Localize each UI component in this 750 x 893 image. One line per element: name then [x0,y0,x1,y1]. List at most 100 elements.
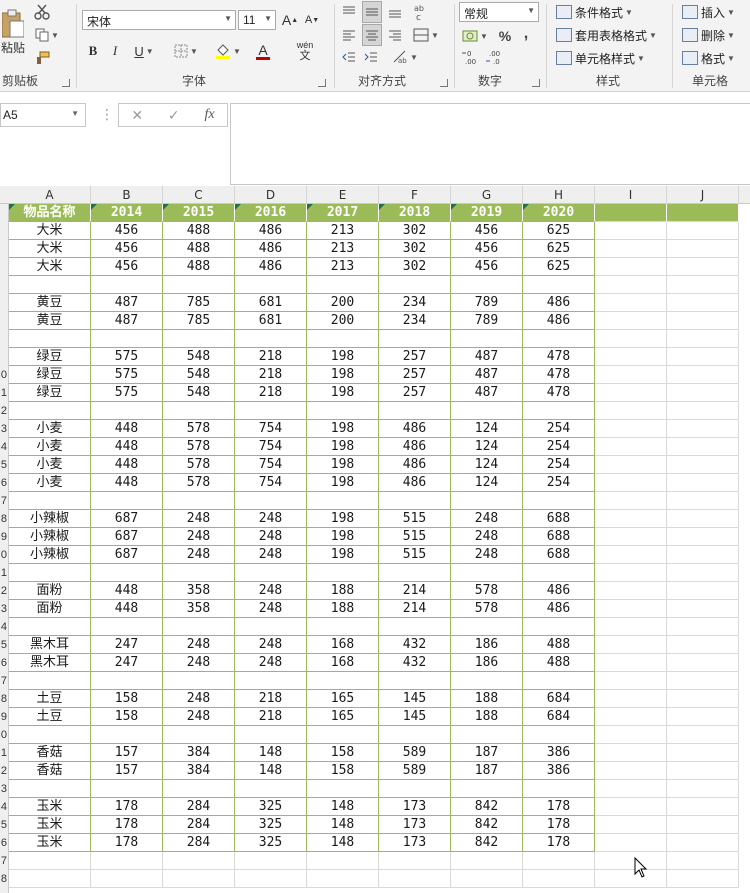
table-cell[interactable] [379,564,451,582]
table-cell[interactable] [595,564,667,582]
column-header-b[interactable]: B [91,186,163,204]
table-cell[interactable]: 188 [307,600,379,618]
table-cell[interactable]: 198 [307,528,379,546]
table-cell[interactable] [667,780,739,798]
table-cell[interactable]: 小辣椒 [9,528,91,546]
table-cell[interactable] [667,348,739,366]
table-cell[interactable] [667,852,739,870]
table-cell[interactable]: 448 [91,420,163,438]
column-header-g[interactable]: G [451,186,523,204]
cut-button[interactable] [32,3,52,21]
comma-button[interactable]: , [518,24,534,44]
table-cell[interactable]: 小麦 [9,420,91,438]
table-cell[interactable]: 小麦 [9,474,91,492]
table-cell[interactable]: 148 [307,816,379,834]
row-header[interactable]: 9 [1,528,7,546]
table-cell[interactable]: 157 [91,744,163,762]
table-cell[interactable] [163,672,235,690]
table-cell[interactable]: 178 [91,816,163,834]
table-cell[interactable]: 688 [523,510,595,528]
table-cell[interactable]: 124 [451,420,523,438]
table-cell[interactable] [667,672,739,690]
table-cell[interactable] [163,276,235,294]
table-cell[interactable] [667,492,739,510]
table-cell[interactable]: 302 [379,258,451,276]
table-cell[interactable]: 578 [163,474,235,492]
table-cell[interactable] [523,492,595,510]
row-header[interactable]: 7 [1,672,7,690]
table-cell[interactable]: 234 [379,312,451,330]
cell-styles-button[interactable]: 单元格样式 ▼ [556,48,645,68]
table-cell[interactable] [379,852,451,870]
table-cell[interactable] [235,852,307,870]
increase-decimal-button[interactable]: 0.00 [460,48,482,66]
table-cell[interactable]: 487 [451,366,523,384]
table-cell[interactable] [235,870,307,888]
table-cell[interactable]: 248 [163,708,235,726]
grow-font-button[interactable]: A ▲ [281,10,299,30]
table-cell[interactable] [595,384,667,402]
table-cell[interactable]: 625 [523,222,595,240]
table-cell[interactable]: 158 [91,708,163,726]
table-cell[interactable] [379,492,451,510]
table-cell[interactable]: 124 [451,474,523,492]
table-cell[interactable]: 302 [379,240,451,258]
table-cell[interactable] [595,726,667,744]
header-cell[interactable]: 2016 [235,204,307,222]
row-header[interactable]: 4 [1,438,7,456]
table-cell[interactable] [163,492,235,510]
table-cell[interactable] [451,492,523,510]
table-cell[interactable]: 188 [451,690,523,708]
table-cell[interactable] [667,258,739,276]
table-cell[interactable]: 玉米 [9,798,91,816]
table-cell[interactable]: 478 [523,384,595,402]
table-cell[interactable] [451,726,523,744]
row-header[interactable]: 5 [1,456,7,474]
border-button[interactable]: ▼ [170,41,202,61]
table-cell[interactable]: 785 [163,312,235,330]
insert-button[interactable]: 插入 ▼ [682,2,735,22]
table-cell[interactable]: 大米 [9,240,91,258]
table-cell[interactable] [667,636,739,654]
table-cell[interactable] [523,330,595,348]
formula-input[interactable] [230,103,750,185]
table-cell[interactable]: 198 [307,546,379,564]
table-cell[interactable]: 325 [235,834,307,852]
table-cell[interactable] [595,402,667,420]
row-header[interactable]: 4 [1,618,7,636]
table-cell[interactable] [91,672,163,690]
table-cell[interactable]: 188 [451,708,523,726]
insert-function-icon[interactable]: fx [204,107,214,123]
decrease-indent-button[interactable] [340,48,358,66]
header-cell[interactable]: 2015 [163,204,235,222]
row-header[interactable]: 6 [1,654,7,672]
row-header[interactable]: 2 [1,402,7,420]
table-cell[interactable]: 178 [91,798,163,816]
table-cell[interactable]: 248 [235,636,307,654]
fill-color-button[interactable]: ▼ [212,41,244,61]
table-cell[interactable] [595,780,667,798]
table-cell[interactable]: 面粉 [9,582,91,600]
table-cell[interactable]: 165 [307,690,379,708]
table-cell[interactable]: 358 [163,600,235,618]
table-cell[interactable]: 168 [307,654,379,672]
table-cell[interactable]: 842 [451,798,523,816]
table-cell[interactable]: 448 [91,438,163,456]
table-cell[interactable]: 小辣椒 [9,510,91,528]
table-cell[interactable] [667,870,739,888]
table-cell[interactable]: 148 [235,762,307,780]
table-cell[interactable]: 688 [523,528,595,546]
table-cell[interactable] [235,402,307,420]
table-cell[interactable]: 681 [235,294,307,312]
row-header[interactable]: 1 [1,384,7,402]
table-cell[interactable] [91,492,163,510]
table-cell[interactable] [667,654,739,672]
table-cell[interactable]: 302 [379,222,451,240]
bold-button[interactable]: B [84,41,102,61]
table-cell[interactable] [9,276,91,294]
table-cell[interactable] [451,870,523,888]
table-cell[interactable] [667,690,739,708]
table-cell[interactable]: 186 [451,636,523,654]
table-cell[interactable]: 198 [307,384,379,402]
row-header[interactable]: 0 [1,546,7,564]
